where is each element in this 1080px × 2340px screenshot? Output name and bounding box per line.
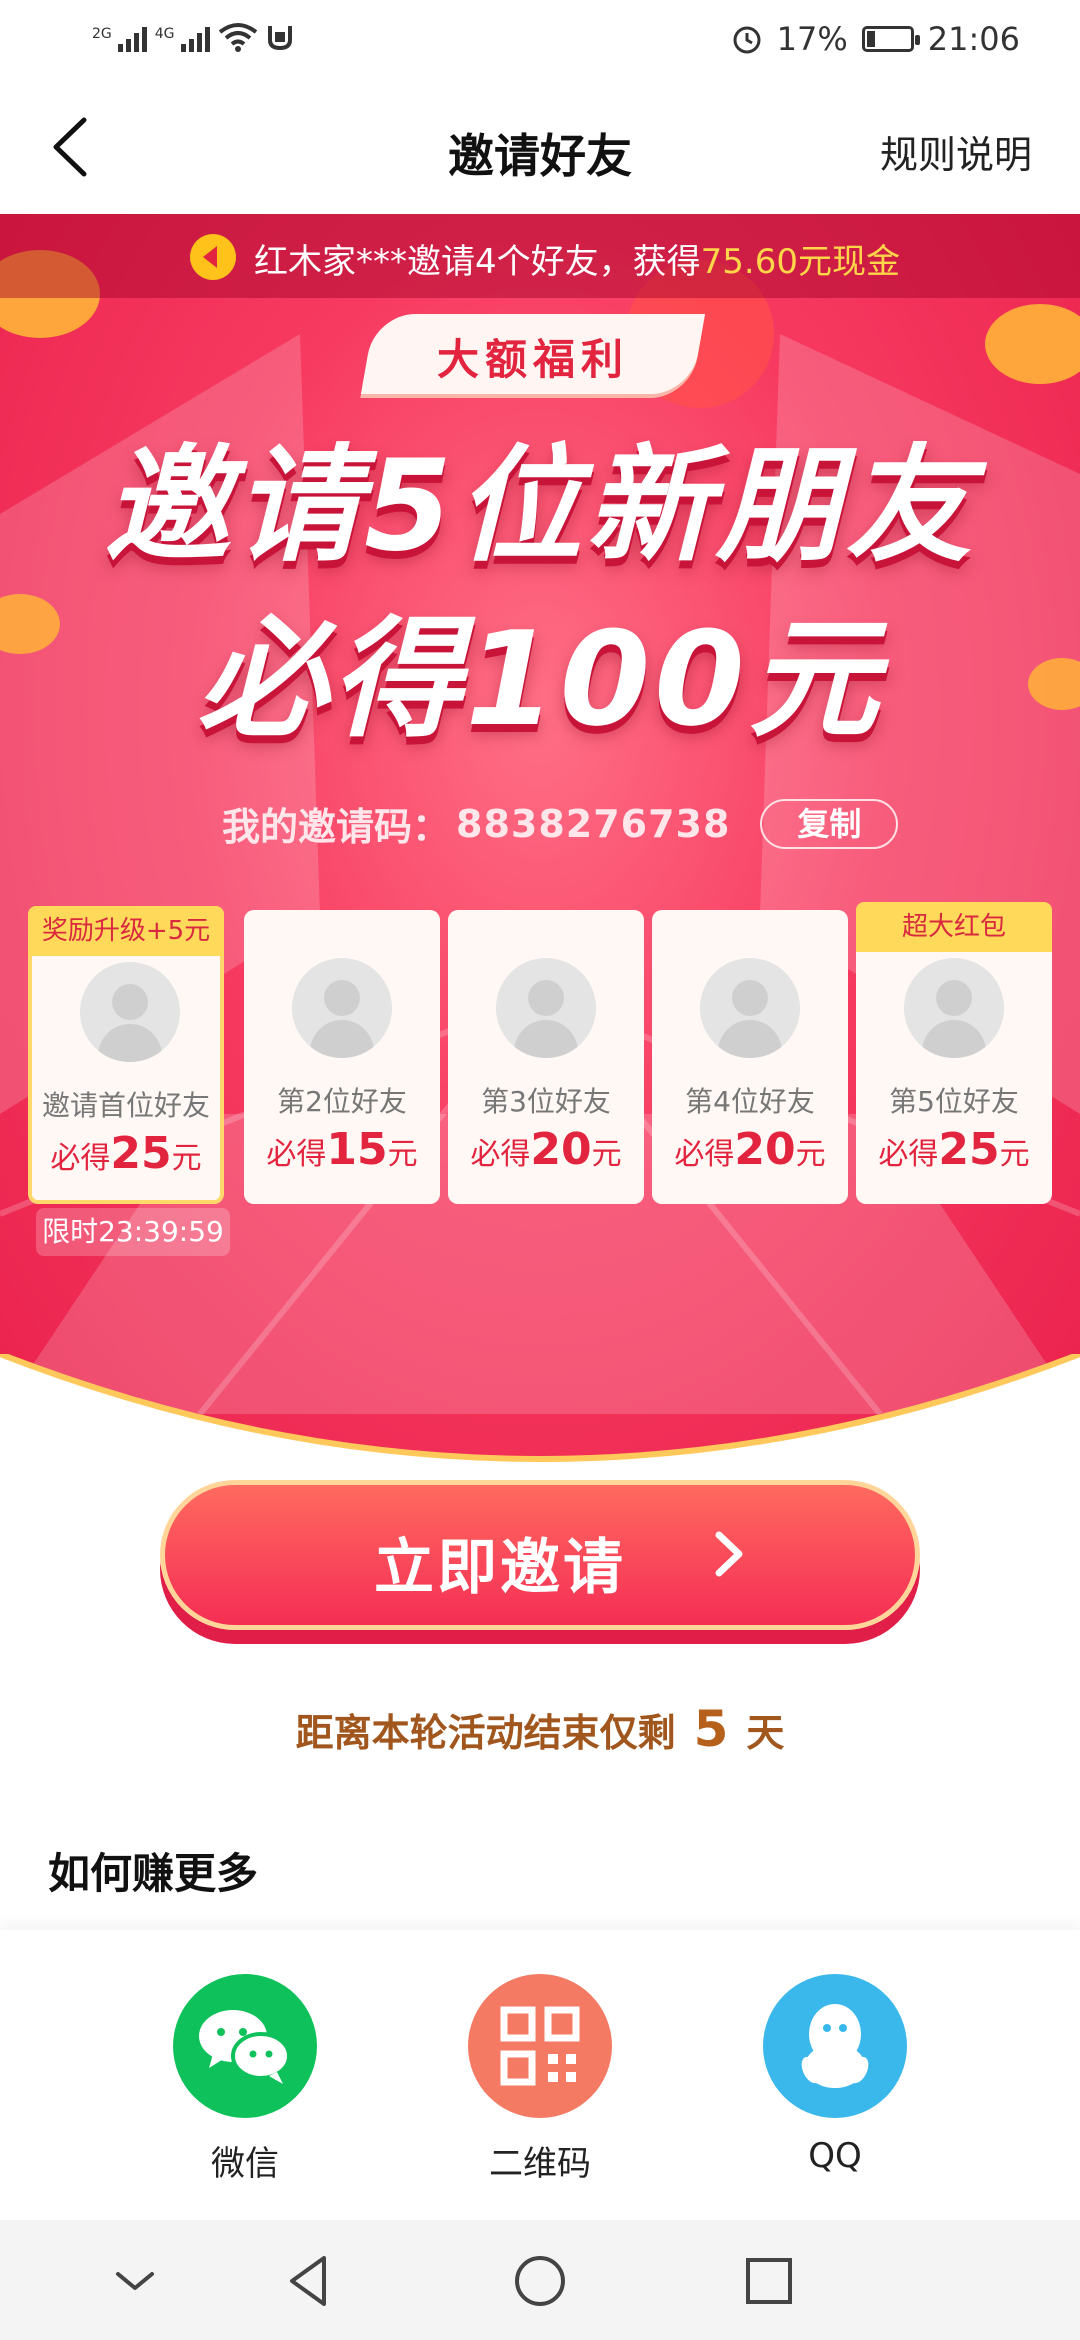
- avatar-placeholder-icon: [496, 958, 596, 1058]
- notification-icon: [267, 26, 292, 51]
- reward-amount: 25: [110, 1128, 172, 1179]
- nav-recents-icon[interactable]: [734, 2246, 804, 2316]
- section-title: 如何赚更多: [48, 1849, 259, 1898]
- card-reward: 必得20元: [448, 1124, 644, 1175]
- wechat-icon: [173, 1974, 317, 2118]
- headline-line-1: 邀请5位新朋友: [104, 432, 976, 579]
- status-bar: 2G 4G 17% 21:06: [0, 0, 1080, 82]
- alarm-icon: [733, 26, 761, 54]
- card-reward: 必得20元: [652, 1124, 848, 1175]
- countdown-prefix: 距离本轮活动结束仅剩: [295, 1711, 676, 1755]
- card-reward: 必得25元: [32, 1128, 220, 1179]
- benefit-badge: 大额福利: [436, 335, 629, 384]
- share-panel: 微信 二维码 QQ: [0, 1930, 1080, 2220]
- network-type-2: 4G: [154, 26, 175, 42]
- countdown-suffix: 天: [746, 1711, 785, 1755]
- avatar-placeholder-icon: [700, 958, 800, 1058]
- title-bar: 邀请好友 规则说明: [0, 82, 1080, 214]
- friend-card-4[interactable]: 第4位好友 必得20元: [652, 910, 848, 1204]
- card-reward: 必得15元: [244, 1124, 440, 1175]
- battery-percent: 17%: [776, 20, 848, 58]
- hero-banner: 红木家***邀请4个好友，获得75.60元现金 大额福利 邀请5位新朋友 必得1…: [0, 214, 1080, 1464]
- card-label: 第3位好友: [481, 1085, 611, 1118]
- card-label: 第2位好友: [277, 1085, 407, 1118]
- system-nav-bar: [0, 2220, 1080, 2340]
- share-label: QQ: [808, 2136, 862, 2176]
- chevron-down-icon[interactable]: [100, 2246, 170, 2316]
- reward-suffix: 元: [795, 1137, 826, 1172]
- invite-now-label: 立即邀请: [165, 1519, 915, 1606]
- friend-card-2[interactable]: 第2位好友 必得15元: [244, 910, 440, 1204]
- signal-indicators: 2G 4G: [92, 22, 294, 52]
- hero-bottom-curve: [0, 1354, 1080, 1464]
- reward-prefix: 必得: [878, 1137, 939, 1172]
- signal-1: 2G: [92, 26, 147, 52]
- reward-prefix: 必得: [266, 1137, 327, 1172]
- copy-button[interactable]: 复制: [760, 798, 899, 849]
- network-type-1: 2G: [92, 26, 112, 42]
- card-tag: 超大红包: [856, 902, 1052, 952]
- nav-back-icon[interactable]: [274, 2246, 344, 2316]
- friend-card-1[interactable]: 奖励升级+5元 邀请首位好友 必得25元: [28, 906, 224, 1204]
- ticker-text: 红木家***邀请4个好友，获得75.60元现金: [254, 234, 900, 283]
- avatar-placeholder-icon: [80, 962, 180, 1062]
- reward-amount: 25: [938, 1124, 1000, 1175]
- card-tag: 奖励升级+5元: [28, 906, 224, 956]
- share-qq[interactable]: QQ: [740, 1974, 930, 2176]
- friend-card-3[interactable]: 第3位好友 必得20元: [448, 910, 644, 1204]
- share-qrcode[interactable]: 二维码: [445, 1974, 635, 2185]
- wifi-icon: [218, 23, 257, 52]
- invite-now-text: 立即邀请: [374, 1533, 626, 1603]
- headline-line-2: 必得100元: [197, 603, 883, 755]
- card-label: 邀请首位好友: [41, 1089, 210, 1122]
- rules-link[interactable]: 规则说明: [880, 124, 1032, 179]
- reward-amount: 20: [530, 1124, 592, 1175]
- reward-amount: 20: [734, 1124, 796, 1175]
- signal-2: 4G: [155, 26, 210, 52]
- activity-countdown: 距离本轮活动结束仅剩 5 天: [0, 1700, 1080, 1758]
- share-label: 微信: [211, 2144, 279, 2184]
- reward-prefix: 必得: [50, 1141, 111, 1176]
- card-label: 第4位好友: [685, 1085, 815, 1118]
- avatar-placeholder-icon: [904, 958, 1004, 1058]
- limited-timer: 限时23:39:59: [36, 1208, 230, 1256]
- avatar-placeholder-icon: [292, 958, 392, 1058]
- ticker-message: 红木家***邀请4个好友，获得: [254, 242, 701, 282]
- reward-suffix: 元: [591, 1137, 622, 1172]
- reward-prefix: 必得: [674, 1137, 735, 1172]
- reward-suffix: 元: [999, 1137, 1030, 1172]
- signal-bars-icon: [117, 26, 147, 52]
- invite-code-value: 8838276738: [456, 801, 731, 846]
- countdown-days: 5: [693, 1700, 729, 1758]
- share-label: 二维码: [489, 2144, 591, 2184]
- status-right: 17% 21:06: [731, 20, 1020, 58]
- friend-card-5[interactable]: 超大红包 第5位好友 必得25元: [856, 902, 1052, 1204]
- signal-bars-icon: [180, 26, 210, 52]
- card-reward: 必得25元: [856, 1124, 1052, 1175]
- reward-suffix: 元: [387, 1137, 418, 1172]
- reward-prefix: 必得: [470, 1137, 531, 1172]
- invite-code-label: 我的邀请码：: [222, 805, 451, 849]
- reward-amount: 15: [326, 1124, 388, 1175]
- clock: 21:06: [927, 20, 1020, 58]
- nav-home-icon[interactable]: [505, 2246, 575, 2316]
- invite-now-button[interactable]: 立即邀请: [160, 1480, 920, 1630]
- friend-reward-cards: 奖励升级+5元 邀请首位好友 必得25元 第2位好友 必得15元 第3位好友 必…: [28, 900, 1052, 1220]
- card-label: 第5位好友: [889, 1085, 1019, 1118]
- reward-suffix: 元: [171, 1141, 202, 1176]
- invite-code-row: 我的邀请码： 8838276738 复制: [222, 796, 899, 851]
- winner-ticker: 红木家***邀请4个好友，获得75.60元现金: [0, 214, 1080, 298]
- chevron-right-icon: [715, 1531, 743, 1577]
- share-wechat[interactable]: 微信: [150, 1974, 340, 2185]
- qrcode-icon: [468, 1974, 612, 2118]
- speaker-icon: [190, 234, 236, 280]
- ticker-amount: 75.60元现金: [700, 242, 900, 282]
- battery-icon: [861, 26, 920, 52]
- qq-icon: [763, 1974, 907, 2118]
